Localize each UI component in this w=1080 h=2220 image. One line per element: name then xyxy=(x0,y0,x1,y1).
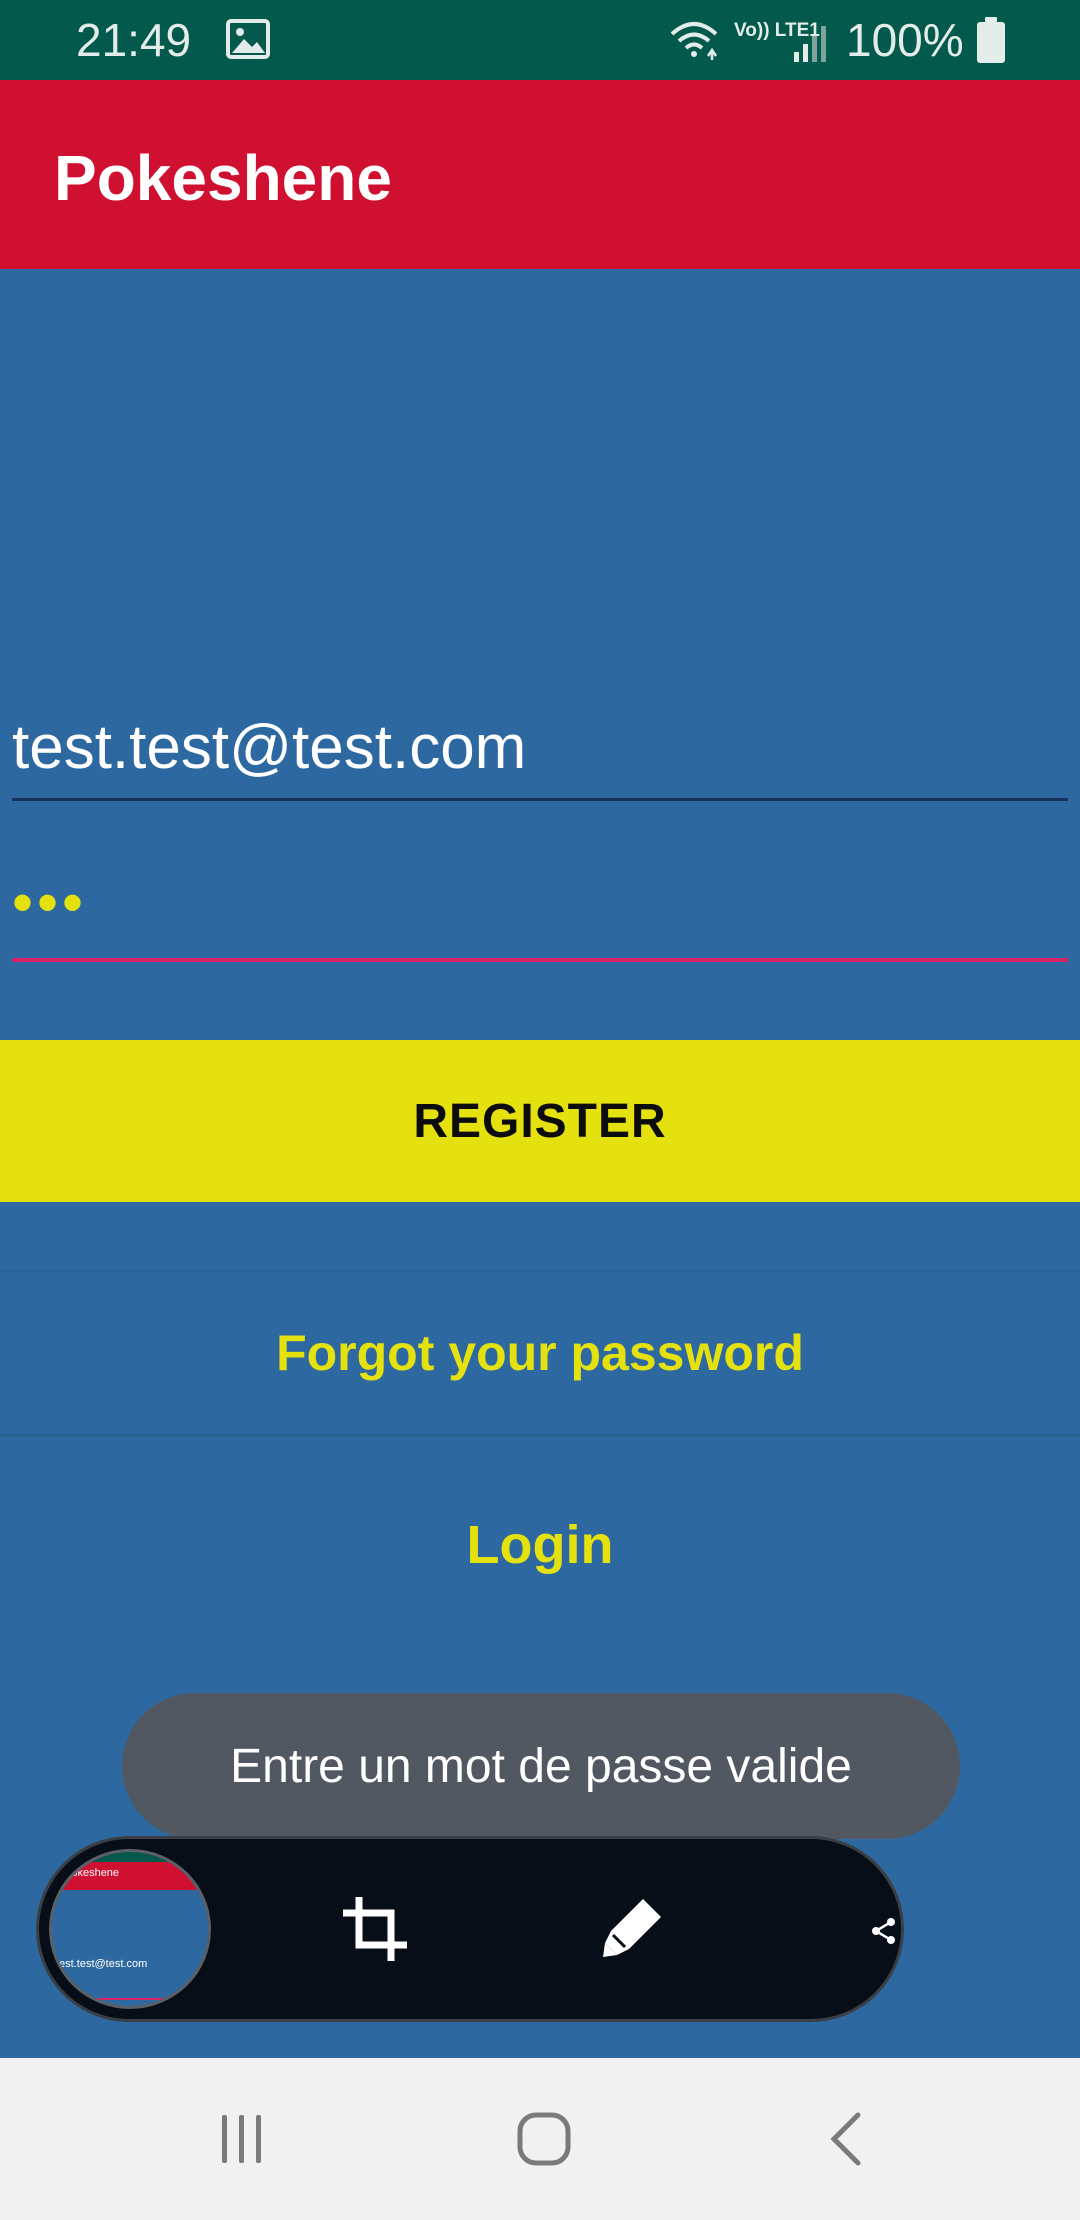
recent-apps-icon xyxy=(222,2115,261,2163)
status-time: 21:49 xyxy=(76,14,192,66)
gallery-icon xyxy=(226,19,270,59)
crop-icon[interactable] xyxy=(339,1893,411,1965)
register-button[interactable]: REGISTER xyxy=(0,1040,1080,1202)
volte-icon: Vo)) LTE1 xyxy=(734,20,820,41)
email-field[interactable]: test.test@test.com xyxy=(12,700,1068,801)
thumbnail-status-bar xyxy=(52,1852,208,1862)
navigation-bar xyxy=(0,2058,1080,2220)
register-label: REGISTER xyxy=(413,1094,667,1148)
password-field[interactable]: ••• xyxy=(12,858,1068,962)
back-button[interactable] xyxy=(766,2058,926,2220)
thumbnail-title: Pokeshene xyxy=(64,1867,120,1879)
share-icon[interactable] xyxy=(871,1917,897,1945)
forgot-password-label: Forgot your password xyxy=(276,1325,804,1381)
thumbnail-email: test.test@test.com xyxy=(56,1958,148,1970)
svg-text:Vo)) LTE1: Vo)) LTE1 xyxy=(734,20,820,41)
thumbnail-underline xyxy=(52,1998,208,2000)
email-value: test.test@test.com xyxy=(12,713,527,782)
app-title: Pokeshene xyxy=(54,142,392,214)
battery-icon xyxy=(977,17,1005,63)
screenshot-toolbar: Pokeshene test.test@test.com xyxy=(36,1836,904,2022)
password-value: ••• xyxy=(12,869,88,936)
home-icon xyxy=(517,2112,571,2166)
login-label: Login xyxy=(466,1515,614,1575)
forgot-password-button[interactable]: Forgot your password xyxy=(0,1270,1080,1437)
status-bar: 21:49 Vo)) LTE1 100% xyxy=(0,0,1080,80)
home-button[interactable] xyxy=(464,2058,624,2220)
back-icon xyxy=(830,2112,861,2166)
wifi-icon xyxy=(670,22,718,60)
connectivity-icons: Vo)) LTE1 xyxy=(670,20,826,62)
battery-percent: 100% xyxy=(846,14,964,66)
edit-pen-icon[interactable] xyxy=(599,1893,667,1961)
toast-message: Entre un mot de passe valide xyxy=(122,1693,960,1839)
login-button[interactable]: Login xyxy=(0,1480,1080,1610)
recent-apps-button[interactable] xyxy=(162,2058,322,2220)
toast-text: Entre un mot de passe valide xyxy=(230,1739,852,1793)
screenshot-thumbnail[interactable]: Pokeshene test.test@test.com xyxy=(49,1849,211,2009)
